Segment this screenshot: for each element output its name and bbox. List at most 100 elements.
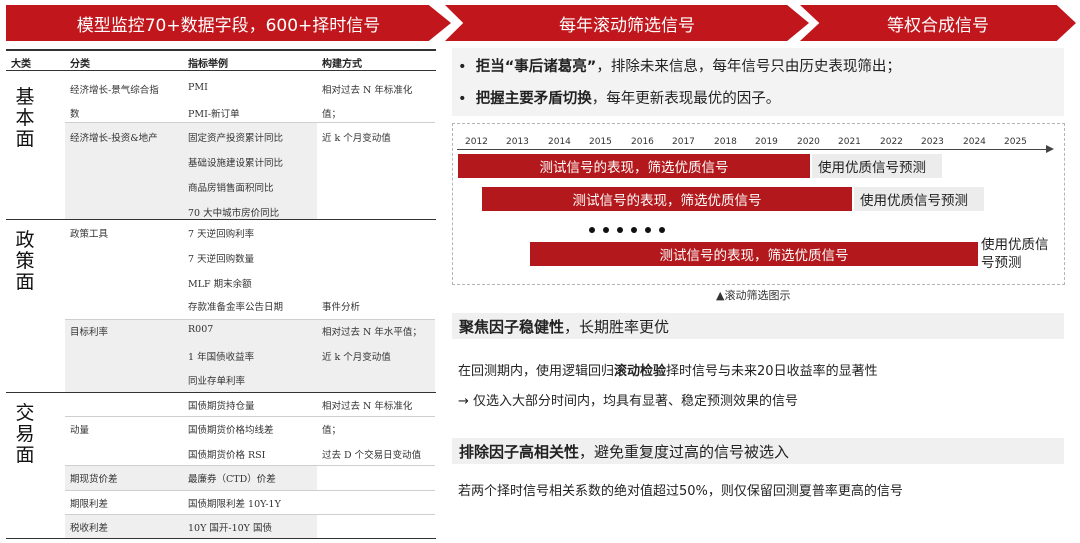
row-rule xyxy=(65,122,435,123)
year-label: 2020 xyxy=(797,137,820,147)
row-indicator: 7 天逆回购利率 xyxy=(188,229,255,240)
row-indicator: R007 xyxy=(188,324,214,335)
bullet-2-bold: 把握主要矛盾切换 xyxy=(475,91,592,107)
row-method: 相对过去 N 年标准化 xyxy=(322,401,413,412)
ellipsis-dot xyxy=(603,227,609,233)
predict-window-label-line1: 使用优质信 xyxy=(981,237,1049,253)
row-indicator: 存款准备金率公告日期 xyxy=(188,302,284,313)
table-header-rule xyxy=(6,70,436,71)
col-header-category: 大类 xyxy=(11,59,31,70)
bullet-dot-icon: • xyxy=(458,59,476,75)
row-indicator: 1 年国债收益率 xyxy=(188,352,255,363)
table-bottom-rule xyxy=(6,538,436,539)
section-robustness-title: 聚焦因子稳健性 ，长期胜率更优 xyxy=(452,313,1064,339)
header-monitor: 模型监控70+数据字段，600+择时信号 xyxy=(6,5,451,41)
row-method: 近 k 个月变动值 xyxy=(322,133,391,144)
header-rolling-label: 每年滚动筛选信号 xyxy=(559,15,695,36)
row-indicator: PMI-新订单 xyxy=(188,109,240,120)
predict-window-label-line2: 号预测 xyxy=(981,255,1022,271)
category-rule-1 xyxy=(6,219,436,220)
predict-window-label: 使用优质信号预测 xyxy=(818,160,926,176)
test-window-label: 测试信号的表现，筛选优质信号 xyxy=(572,193,762,209)
bullet-1-rest: ，排除未来信息，每年信号只由历史表现筛出； xyxy=(596,59,901,75)
section-correlation-rest: ，避免重复度过高的信号被选入 xyxy=(579,442,790,461)
row-sub: 经济增长-投资&地产 xyxy=(70,133,158,144)
robustness-desc-1-pre: 在回测期内，使用逻辑回归 xyxy=(458,364,615,379)
row-sub: 经济增长-景气综合指 xyxy=(70,85,159,96)
row-sub: 税收利差 xyxy=(70,523,109,534)
bullet-dot-icon: • xyxy=(458,91,476,107)
correlation-desc-1: 若两个择时信号相关系数的绝对值超过50%，则仅保留回测夏普率更高的信号 xyxy=(458,484,903,499)
row-method: 过去 D 个交易日变动值 xyxy=(322,450,422,461)
timeline-axis xyxy=(457,149,1047,150)
year-label: 2019 xyxy=(755,137,778,147)
ellipsis-dot xyxy=(631,227,637,233)
row-sub: 数 xyxy=(70,109,80,120)
year-label: 2023 xyxy=(921,137,944,147)
row-indicator: 国债期货价格均线差 xyxy=(188,425,274,436)
row-method: 事件分析 xyxy=(322,302,361,313)
test-window-label: 测试信号的表现，筛选优质信号 xyxy=(659,248,849,264)
col-header-method: 构建方式 xyxy=(322,59,362,70)
row-rule xyxy=(65,490,435,491)
year-label: 2013 xyxy=(506,137,529,147)
row-indicator: MLF 期末余额 xyxy=(188,279,252,290)
category-rule-2 xyxy=(6,392,436,393)
ellipsis-dot xyxy=(589,227,595,233)
row-sub: 政策工具 xyxy=(70,229,109,240)
section-robustness-rest: ，长期胜率更优 xyxy=(564,317,670,336)
test-window-2: 测试信号的表现，筛选优质信号 xyxy=(482,187,852,211)
row-method: 相对过去 N 年标准化 xyxy=(322,85,413,96)
header-equal-weight-label: 等权合成信号 xyxy=(887,15,989,36)
test-window-label: 测试信号的表现，筛选优质信号 xyxy=(539,160,729,176)
row-indicator: 基础设施建设累计同比 xyxy=(188,158,284,169)
year-label: 2014 xyxy=(548,137,571,147)
section-correlation-bold: 排除因子高相关性 xyxy=(459,442,580,461)
robustness-desc-1-post: 择时信号与未来20日收益率的显著性 xyxy=(666,364,878,379)
robustness-desc-1: 在回测期内，使用逻辑回归滚动检验择时信号与未来20日收益率的显著性 xyxy=(458,360,878,379)
robustness-desc-2: → 仅选入大部分时间内，均具有显著、稳定预测效果的信号 xyxy=(458,394,799,409)
ellipsis-dot xyxy=(659,227,665,233)
timeline-caption: ▲滚动筛选图示 xyxy=(716,289,791,302)
col-header-subcategory: 分类 xyxy=(70,59,90,70)
year-label: 2021 xyxy=(838,137,861,147)
row-indicator: 10Y 国开-10Y 国债 xyxy=(188,523,272,534)
ellipsis-dot xyxy=(617,227,623,233)
bullet-1-bold: 拒当“事后诸葛亮” xyxy=(475,59,597,75)
row-indicator: 最廉券（CTD）价差 xyxy=(188,474,276,485)
row-rule xyxy=(65,319,435,320)
year-label: 2016 xyxy=(631,137,654,147)
timeline-arrow-icon xyxy=(1046,145,1054,153)
category-trading: 交易面 xyxy=(15,402,35,466)
row-method: 相对过去 N 年水平值； xyxy=(322,327,422,338)
year-label: 2012 xyxy=(465,137,488,147)
row-indicator: 国债期货价格 RSI xyxy=(188,450,266,461)
category-policy: 政策面 xyxy=(15,229,35,293)
table-top-rule xyxy=(6,49,436,51)
predict-window-3: 使用优质信 号预测 xyxy=(981,236,1049,272)
row-method: 近 k 个月变动值 xyxy=(322,352,391,363)
ellipsis-dot xyxy=(645,227,651,233)
year-label: 2025 xyxy=(1004,137,1027,147)
bullet-main-contradiction: • 把握主要矛盾切换，每年更新表现最优的因子。 xyxy=(458,87,780,108)
header-monitor-label: 模型监控70+数据字段，600+择时信号 xyxy=(76,15,381,36)
row-indicator: 7 天逆回购数量 xyxy=(188,254,255,265)
row-indicator: 国债期货持仓量 xyxy=(188,401,255,412)
row-sub: 目标利率 xyxy=(70,327,109,338)
year-label: 2015 xyxy=(589,137,612,147)
bullet-no-lookahead: • 拒当“事后诸葛亮”，排除未来信息，每年信号只由历史表现筛出； xyxy=(458,55,901,76)
predict-window-label: 使用优质信号预测 xyxy=(860,193,968,209)
row-indicator: PMI xyxy=(188,82,208,93)
row-sub: 期限利差 xyxy=(70,499,109,510)
section-correlation-title: 排除因子高相关性 ，避免重复度过高的信号被选入 xyxy=(452,438,1064,464)
header-equal-weight: 等权合成信号 xyxy=(800,5,1076,41)
predict-window-1: 使用优质信号预测 xyxy=(812,154,942,178)
test-window-3: 测试信号的表现，筛选优质信号 xyxy=(530,242,978,266)
section-robustness-bold: 聚焦因子稳健性 xyxy=(459,317,565,336)
row-indicator: 同业存单利率 xyxy=(188,376,246,387)
row-indicator: 70 大中城市房价同比 xyxy=(188,208,280,219)
row-indicator: 国债期限利差 10Y-1Y xyxy=(188,499,281,510)
row-sub: 期现货价差 xyxy=(70,474,118,485)
test-window-1: 测试信号的表现，筛选优质信号 xyxy=(458,154,810,178)
robustness-desc-1-bold: 滚动检验 xyxy=(614,364,667,379)
